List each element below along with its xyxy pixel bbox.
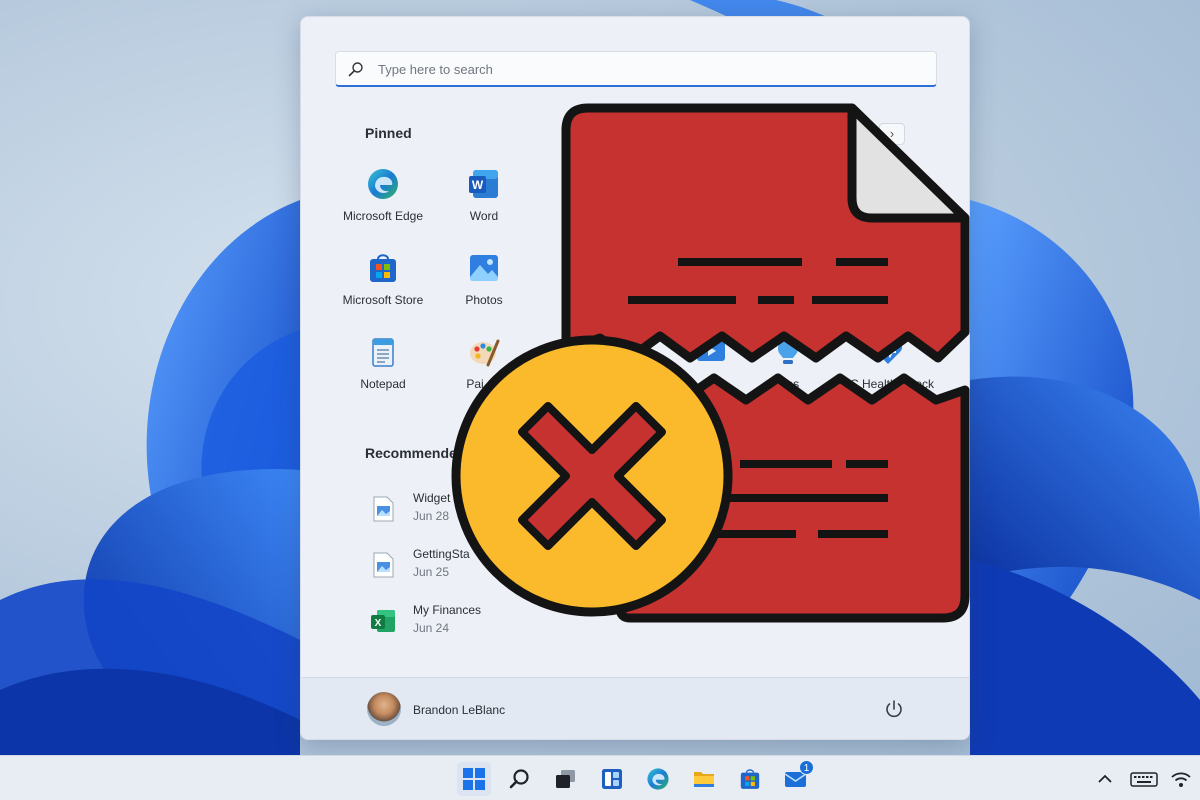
pinned-title: Pinned bbox=[365, 125, 412, 141]
search-icon bbox=[348, 62, 363, 77]
recommended-title: Recommende bbox=[365, 445, 457, 461]
recommended-item-date: Jun 25 bbox=[413, 565, 450, 579]
pinned-app-label: Microsoft Store bbox=[342, 293, 424, 307]
power-icon[interactable] bbox=[883, 698, 905, 720]
excel-icon: X bbox=[371, 610, 395, 632]
start-icon bbox=[463, 768, 485, 790]
pinned-app-label: Pai bbox=[466, 377, 484, 391]
recommended-item-date: Jun 28 bbox=[413, 509, 450, 523]
wifi-icon[interactable] bbox=[1170, 768, 1192, 790]
recommended-item-date: Jun 24 bbox=[413, 621, 450, 635]
edge-icon bbox=[647, 768, 669, 790]
pinned-app-store[interactable]: Microsoft Store bbox=[333, 251, 433, 319]
mail-badge: 1 bbox=[799, 760, 814, 775]
recommended-item[interactable]: GettingSta Jun 25 bbox=[369, 547, 609, 587]
taskbar-mail-button[interactable]: 1 bbox=[779, 760, 814, 796]
tv-icon bbox=[697, 341, 725, 361]
taskbar-edge-button[interactable] bbox=[641, 762, 675, 796]
all-apps-button[interactable]: › bbox=[879, 123, 905, 145]
pinned-app-label: Notepad bbox=[360, 377, 406, 391]
pinned-app-edge[interactable]: Microsoft Edge bbox=[333, 167, 433, 235]
avatar[interactable] bbox=[367, 692, 401, 726]
photos-icon bbox=[470, 255, 498, 281]
pinned-app-label: PC Health Check bbox=[841, 377, 935, 391]
taskbar: 1 bbox=[0, 755, 1200, 800]
task-view-icon bbox=[556, 770, 575, 788]
pinned-app-word[interactable]: W Word bbox=[434, 167, 534, 235]
search-box[interactable]: Type here to search bbox=[335, 51, 937, 87]
recommended-item-name: GettingSta bbox=[413, 547, 470, 561]
recommended-item[interactable]: Widget Jun 28 bbox=[369, 491, 609, 531]
pinned-app-photos[interactable]: Photos bbox=[434, 251, 534, 319]
chevron-up-icon[interactable] bbox=[1094, 768, 1116, 790]
word-icon: W bbox=[469, 170, 498, 198]
pinned-app-label: Photos bbox=[465, 293, 503, 307]
taskbar-task-view-button[interactable] bbox=[549, 762, 583, 796]
start-menu-footer: Brandon LeBlanc bbox=[301, 677, 969, 739]
recommended-item-name: Widget bbox=[413, 491, 451, 505]
recommended-item-name: My Finances bbox=[413, 603, 482, 617]
pinned-app-notepad[interactable]: Notepad bbox=[333, 335, 433, 403]
image-file-icon bbox=[373, 496, 394, 522]
taskbar-start-button[interactable] bbox=[457, 762, 491, 796]
user-name[interactable]: Brandon LeBlanc bbox=[413, 703, 505, 717]
svg-text:X: X bbox=[375, 618, 382, 629]
tips-icon bbox=[778, 339, 798, 364]
pinned-app-health-check[interactable]: PC Health Check bbox=[838, 335, 938, 403]
store-icon bbox=[740, 769, 760, 789]
search-icon bbox=[509, 769, 529, 789]
chevron-right-icon: › bbox=[889, 126, 895, 141]
pinned-app-label: Tips bbox=[776, 377, 800, 391]
svg-text:W: W bbox=[472, 178, 484, 192]
widgets-icon bbox=[602, 769, 622, 789]
start-menu: Type here to search Pinned › Microsoft E… bbox=[300, 16, 970, 740]
taskbar-store-button[interactable] bbox=[733, 762, 767, 796]
paint-icon bbox=[470, 339, 500, 367]
pinned-app-paint[interactable]: Pai bbox=[434, 335, 534, 403]
image-file-icon bbox=[373, 552, 394, 578]
health-check-icon bbox=[873, 340, 903, 364]
notepad-icon bbox=[372, 338, 394, 367]
pinned-app-label: Microsoft Edge bbox=[342, 209, 424, 223]
store-icon bbox=[370, 254, 396, 282]
taskbar-widgets-button[interactable] bbox=[595, 762, 629, 796]
file-explorer-icon bbox=[694, 772, 714, 787]
taskbar-search-button[interactable] bbox=[503, 762, 537, 796]
pinned-app-tips[interactable]: Tips bbox=[738, 335, 838, 403]
edge-icon bbox=[368, 169, 398, 199]
search-placeholder: Type here to search bbox=[378, 62, 493, 77]
keyboard-icon[interactable] bbox=[1130, 768, 1158, 790]
taskbar-file-explorer-button[interactable] bbox=[687, 762, 721, 796]
pinned-app-label: Word bbox=[469, 209, 499, 223]
recommended-item[interactable]: X My Finances Jun 24 bbox=[369, 603, 609, 643]
